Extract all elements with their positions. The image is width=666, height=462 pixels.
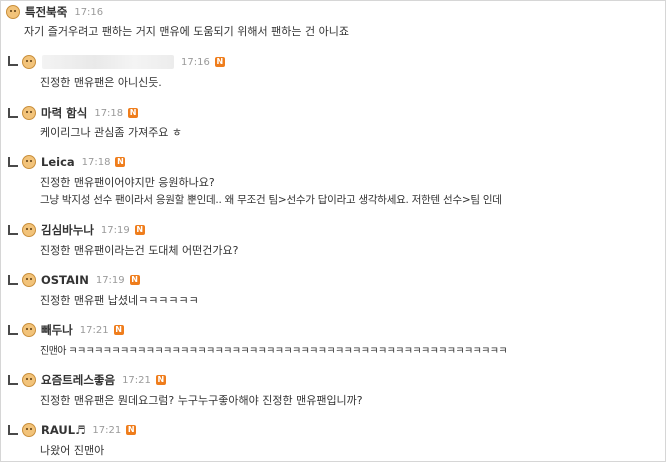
comment-nickname[interactable]: 요즘트레스좋음: [41, 372, 115, 388]
new-badge: N: [126, 425, 137, 435]
avatar[interactable]: [22, 373, 36, 387]
comment-text: 진정한 맨유팬은 아니신듯.: [40, 76, 162, 89]
comment-text: 나왔어 진맨아: [40, 444, 105, 457]
comment-nickname-redacted[interactable]: [42, 55, 174, 69]
reply-arrow-icon: [8, 225, 18, 235]
avatar[interactable]: [22, 55, 36, 69]
comment-time: 17:19: [95, 274, 125, 286]
avatar[interactable]: [22, 106, 36, 120]
comment-text: 그냥 박지성 선수 팬이라서 응원할 뿐인데.. 왜 무조건 팀>선수가 답이라…: [40, 194, 502, 206]
new-badge: N: [113, 325, 124, 335]
comment-text: 자기 즐거우려고 팬하는 거지 맨유에 도움되기 위해서 팬하는 건 아니죠: [24, 25, 349, 38]
comment-text: 진정한 맨유팬은 뭔데요그럼? 누구누구좋아해야 진정한 맨유팬입니까?: [40, 394, 363, 407]
avatar[interactable]: [22, 273, 36, 287]
reply-arrow-icon: [8, 425, 18, 435]
avatar[interactable]: [22, 223, 36, 237]
comment-nickname[interactable]: 빼두나: [41, 322, 73, 338]
reply-arrow-icon: [8, 56, 18, 66]
comment-text: 진정한 맨유팬이라는건 도대체 어떤건가요?: [40, 244, 239, 257]
comment-time: 17:16: [181, 56, 210, 68]
comment-time: 17:16: [74, 6, 104, 18]
avatar[interactable]: [6, 5, 20, 19]
comment-nickname[interactable]: 마력 함식: [41, 105, 87, 121]
new-badge: N: [129, 275, 140, 285]
new-badge: N: [155, 375, 166, 385]
new-badge: N: [128, 108, 139, 118]
comment-time: 17:21: [92, 424, 122, 436]
comment-nickname[interactable]: OSTAIN: [41, 273, 89, 287]
new-badge: N: [134, 225, 145, 235]
comment-text: 진정한 맨유팬이어야지만 응원하나요?: [40, 176, 215, 189]
comment-time: 17:18: [81, 156, 111, 168]
comment-nickname[interactable]: Leica: [41, 155, 75, 169]
comment-time: 17:19: [100, 224, 130, 236]
avatar[interactable]: [22, 323, 36, 337]
comment-nickname[interactable]: RAUL♬: [41, 423, 85, 437]
comment-time: 17:21: [79, 324, 109, 336]
comment-text: 케이리그나 관심좀 가져주요 ㅎ: [40, 126, 183, 139]
comment-text: 진맨아 ㅋㅋㅋㅋㅋㅋㅋㅋㅋㅋㅋㅋㅋㅋㅋㅋㅋㅋㅋㅋㅋㅋㅋㅋㅋㅋㅋㅋㅋㅋㅋㅋㅋㅋㅋㅋ…: [40, 346, 508, 357]
avatar[interactable]: [22, 155, 36, 169]
comment-nickname[interactable]: 김심바누나: [41, 222, 94, 238]
reply-arrow-icon: [8, 275, 18, 285]
reply-arrow-icon: [8, 108, 18, 118]
comment-time: 17:18: [94, 107, 124, 119]
comment-nickname[interactable]: 특전북죽: [25, 4, 67, 20]
comment-text: 진정한 맨유팬 납셨네ㅋㅋㅋㅋㅋㅋ: [40, 294, 199, 307]
reply-arrow-icon: [8, 325, 18, 335]
comment-time: 17:21: [122, 374, 151, 386]
reply-arrow-icon: [8, 157, 18, 167]
new-badge: N: [214, 57, 225, 67]
avatar[interactable]: [22, 423, 36, 437]
reply-arrow-icon: [8, 375, 18, 385]
new-badge: N: [115, 157, 126, 167]
